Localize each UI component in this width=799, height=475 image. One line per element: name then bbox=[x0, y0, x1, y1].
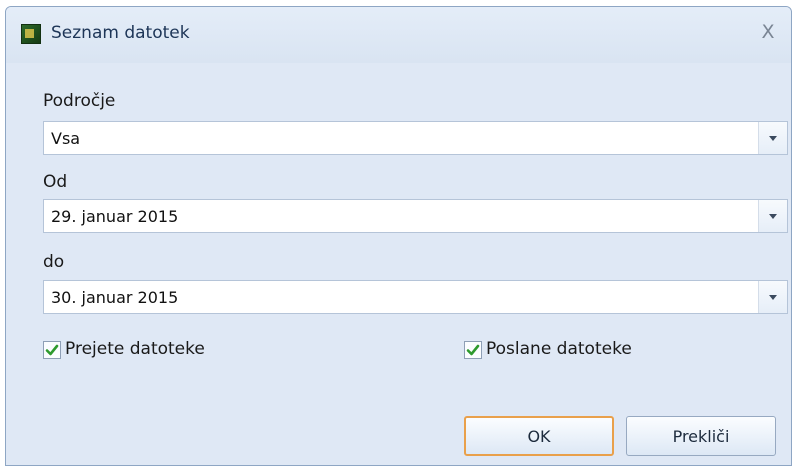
to-date-value: 30. januar 2015 bbox=[51, 288, 179, 307]
from-date-picker[interactable]: 29. januar 2015 bbox=[43, 199, 788, 233]
ok-button[interactable]: OK bbox=[464, 416, 614, 456]
close-icon[interactable]: X bbox=[755, 19, 781, 45]
chevron-down-icon[interactable] bbox=[758, 122, 787, 154]
chevron-down-icon[interactable] bbox=[758, 200, 787, 232]
window-title: Seznam datotek bbox=[51, 23, 190, 43]
app-icon bbox=[21, 24, 41, 44]
checkmark-icon bbox=[466, 344, 480, 356]
checkbox-box[interactable] bbox=[43, 341, 61, 359]
area-label: Področje bbox=[43, 91, 116, 111]
sent-files-label: Poslane datoteke bbox=[486, 339, 632, 359]
from-label: Od bbox=[43, 172, 68, 192]
to-label: do bbox=[43, 252, 65, 272]
checkmark-icon bbox=[45, 344, 59, 356]
checkbox-box[interactable] bbox=[464, 341, 482, 359]
cancel-button[interactable]: Prekliči bbox=[626, 416, 776, 456]
area-dropdown[interactable]: Vsa bbox=[43, 121, 788, 155]
area-value: Vsa bbox=[51, 129, 81, 148]
chevron-down-icon[interactable] bbox=[758, 281, 787, 313]
to-date-picker[interactable]: 30. januar 2015 bbox=[43, 280, 788, 314]
dialog-window: Seznam datotek X Področje Vsa Od 29. jan… bbox=[5, 6, 792, 466]
from-date-value: 29. januar 2015 bbox=[51, 207, 179, 226]
received-files-label: Prejete datoteke bbox=[65, 339, 205, 359]
title-bar: Seznam datotek X bbox=[6, 7, 791, 63]
